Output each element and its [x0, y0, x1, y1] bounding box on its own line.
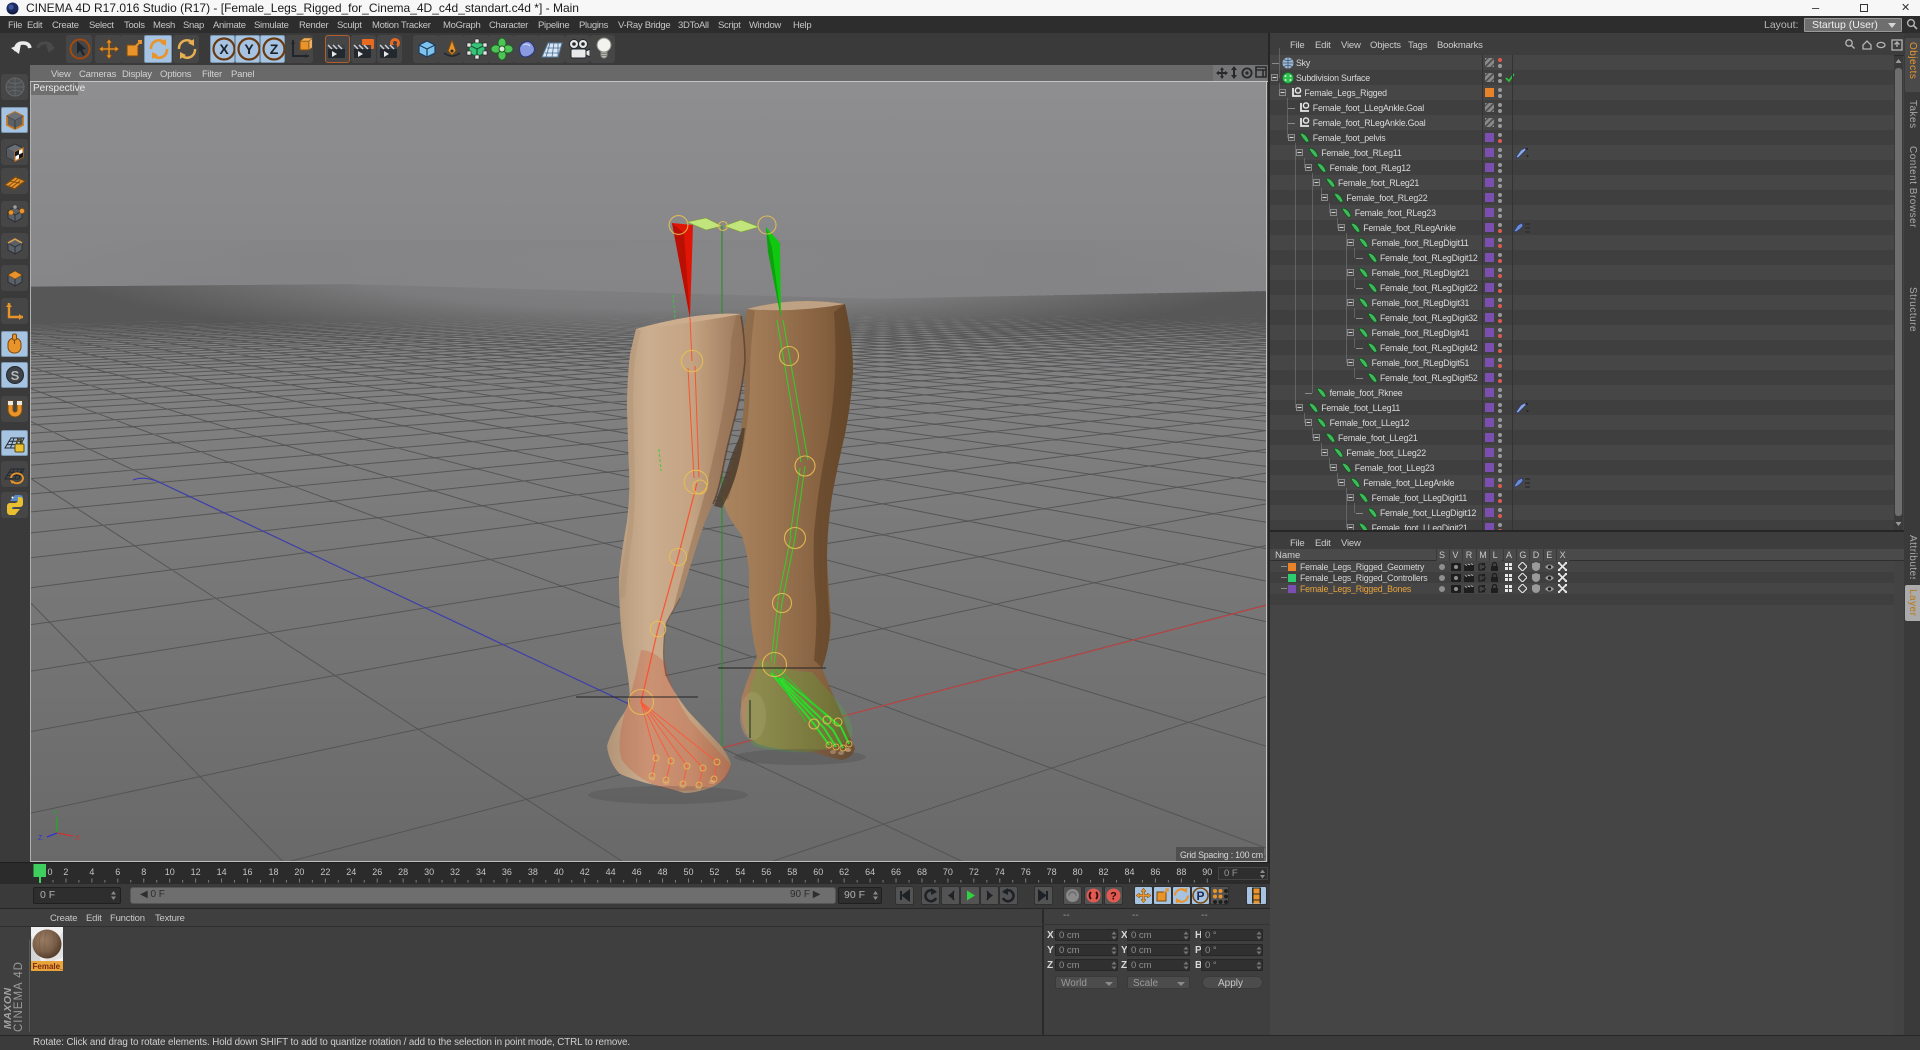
svg-text:80: 80 [1073, 867, 1083, 877]
svg-text:36: 36 [502, 867, 512, 877]
svg-text:88: 88 [1176, 867, 1186, 877]
svg-text:0: 0 [47, 867, 52, 877]
svg-text:42: 42 [580, 867, 590, 877]
svg-text:6: 6 [115, 867, 120, 877]
svg-text:54: 54 [735, 867, 745, 877]
svg-text:66: 66 [891, 867, 901, 877]
svg-text:10: 10 [165, 867, 175, 877]
svg-text:4: 4 [89, 867, 94, 877]
svg-text:Y: Y [244, 41, 254, 57]
svg-text:20: 20 [294, 867, 304, 877]
svg-text:P: P [1196, 889, 1204, 903]
svg-text:64: 64 [865, 867, 875, 877]
svg-text:S: S [11, 368, 20, 383]
svg-text:30: 30 [424, 867, 434, 877]
svg-text:56: 56 [761, 867, 771, 877]
svg-text:82: 82 [1099, 867, 1109, 877]
svg-text:24: 24 [346, 867, 356, 877]
svg-text:Y: Y [53, 810, 58, 817]
svg-text:Z: Z [270, 41, 279, 57]
svg-text:8: 8 [141, 867, 146, 877]
svg-text:60: 60 [813, 867, 823, 877]
svg-text:46: 46 [632, 867, 642, 877]
svg-text:34: 34 [476, 867, 486, 877]
svg-text:74: 74 [995, 867, 1005, 877]
svg-text:28: 28 [398, 867, 408, 877]
svg-text:?: ? [1110, 891, 1117, 903]
svg-text:86: 86 [1150, 867, 1160, 877]
svg-text:Female_: Female_ [33, 962, 64, 971]
svg-text:38: 38 [528, 867, 538, 877]
svg-text:2: 2 [63, 867, 68, 877]
svg-text:90: 90 [1202, 867, 1212, 877]
svg-text:X: X [219, 41, 229, 57]
svg-text:14: 14 [217, 867, 227, 877]
svg-text:16: 16 [243, 867, 253, 877]
svg-text:12: 12 [191, 867, 201, 877]
svg-text:78: 78 [1047, 867, 1057, 877]
svg-text:76: 76 [1021, 867, 1031, 877]
svg-text:52: 52 [709, 867, 719, 877]
svg-text:50: 50 [683, 867, 693, 877]
svg-text:58: 58 [787, 867, 797, 877]
svg-text:44: 44 [606, 867, 616, 877]
svg-text:X: X [75, 835, 80, 842]
svg-text:68: 68 [917, 867, 927, 877]
svg-text:18: 18 [268, 867, 278, 877]
svg-text:48: 48 [658, 867, 668, 877]
svg-text:40: 40 [554, 867, 564, 877]
svg-text:22: 22 [320, 867, 330, 877]
svg-text:Z: Z [38, 835, 43, 842]
svg-text:26: 26 [372, 867, 382, 877]
svg-text:84: 84 [1124, 867, 1134, 877]
svg-text:70: 70 [943, 867, 953, 877]
svg-text:32: 32 [450, 867, 460, 877]
svg-text:62: 62 [839, 867, 849, 877]
svg-text:72: 72 [969, 867, 979, 877]
